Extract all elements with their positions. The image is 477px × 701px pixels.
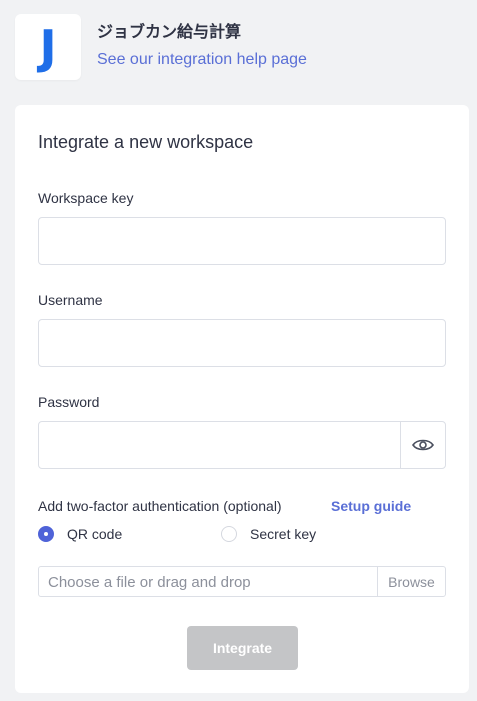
app-header: J ジョブカン給与計算 See our integration help pag… <box>15 14 465 80</box>
file-placeholder: Choose a file or drag and drop <box>48 574 251 591</box>
integrate-button[interactable]: Integrate <box>187 626 298 670</box>
radio-secret-key[interactable]: Secret key <box>221 526 316 542</box>
eye-icon <box>412 439 434 451</box>
app-logo: J <box>15 14 81 80</box>
workspace-key-input[interactable] <box>38 217 446 265</box>
username-label: Username <box>38 292 103 308</box>
show-password-button[interactable] <box>400 422 445 468</box>
file-drop-field[interactable]: Choose a file or drag and drop Browse <box>38 566 446 597</box>
setup-guide-link[interactable]: Setup guide <box>331 498 411 514</box>
integration-form-card: Integrate a new workspace Workspace key … <box>15 105 469 693</box>
username-input[interactable] <box>38 319 446 367</box>
form-title: Integrate a new workspace <box>38 132 254 152</box>
password-label: Password <box>38 394 100 410</box>
two-factor-label: Add two-factor authentication (optional) <box>38 498 282 514</box>
radio-qr-code[interactable]: QR code <box>38 526 122 542</box>
radio-label-qr-code: QR code <box>67 526 123 542</box>
password-field <box>38 421 446 469</box>
radio-button-selected[interactable] <box>38 526 54 542</box>
logo-letter: J <box>39 20 57 74</box>
help-page-link[interactable]: See our integration help page <box>97 51 307 69</box>
radio-button[interactable] <box>221 526 237 542</box>
workspace-key-label: Workspace key <box>38 190 134 206</box>
browse-button[interactable]: Browse <box>377 567 445 596</box>
app-title: ジョブカン給与計算 <box>97 22 242 41</box>
password-input[interactable] <box>39 422 401 468</box>
radio-label-secret-key: Secret key <box>250 526 317 542</box>
